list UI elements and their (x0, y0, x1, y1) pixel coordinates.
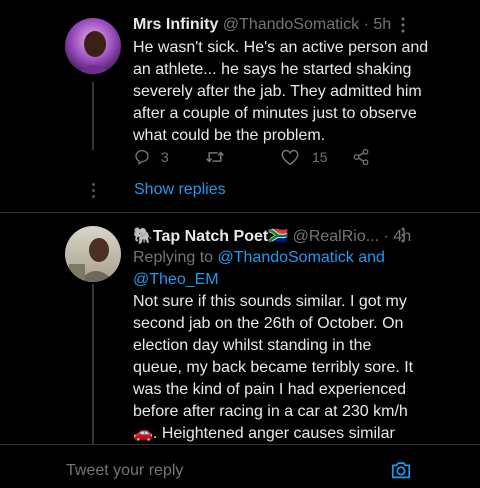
reply-input[interactable]: Tweet your reply (66, 462, 183, 480)
tweet-text: He wasn't sick. He's an active person an… (133, 37, 433, 147)
tweet-line: Not sure if this sounds similar. I got m… (133, 293, 407, 310)
thread-dot (92, 183, 95, 186)
tweet-line: an athlete... he says he started shaking (133, 61, 412, 78)
display-name[interactable]: Mrs Infinity (133, 16, 218, 33)
camera-button[interactable] (390, 459, 412, 486)
replying-to-prefix: Replying to (133, 249, 218, 266)
thread-dot (92, 189, 95, 192)
camera-icon (391, 462, 411, 479)
reply-icon (135, 149, 149, 166)
reply-composer: Tweet your reply (0, 444, 480, 488)
tweet-line: severely after the jab. They admitted hi… (133, 83, 422, 100)
avatar[interactable] (65, 18, 121, 74)
tweet-line: 🚗. Heightened anger causes similar (133, 425, 395, 442)
tweet-line: what could be the problem. (133, 127, 326, 144)
separator: · (363, 16, 369, 33)
handle[interactable]: @ThandoSomatick (223, 16, 359, 33)
more-icon[interactable] (400, 227, 410, 248)
tweet-line: election day whilst standing in the (133, 337, 372, 354)
tweet-line: second jab on the 26th of October. On (133, 315, 404, 332)
reply-button[interactable]: 3 (133, 148, 169, 166)
thread-dot (92, 195, 95, 198)
tweet-header: 🐘Tap Natch Poet🇿🇦 @RealRio... · 4h (133, 226, 411, 246)
like-count: 15 (312, 149, 328, 165)
tweet-text: Not sure if this sounds similar. I got m… (133, 291, 433, 444)
reply-count: 3 (161, 149, 169, 165)
tweet-line: before after racing in a car at 230 km/h (133, 403, 408, 420)
like-button[interactable]: 15 (280, 148, 328, 166)
avatar[interactable] (65, 226, 121, 282)
thread-line-top (92, 82, 94, 150)
tweet-header: Mrs Infinity @ThandoSomatick · 5h (133, 16, 391, 34)
mention-and[interactable]: and (354, 249, 385, 266)
timestamp[interactable]: 5h (373, 16, 391, 33)
display-name[interactable]: 🐘Tap Natch Poet🇿🇦 (133, 228, 288, 245)
handle[interactable]: @RealRio... (293, 228, 380, 245)
retweet-button[interactable] (205, 148, 233, 166)
share-icon (353, 148, 369, 166)
show-replies-link[interactable]: Show replies (134, 181, 226, 199)
tweet-line: He wasn't sick. He's an active person an… (133, 39, 429, 56)
share-button[interactable] (352, 148, 370, 166)
more-icon[interactable] (400, 17, 410, 38)
mention-link[interactable]: @ThandoSomatick (218, 249, 354, 266)
mention-link[interactable]: @Theo_EM (133, 271, 219, 288)
retweet-icon (206, 151, 224, 163)
separator: · (383, 228, 389, 245)
divider (0, 212, 480, 213)
replying-to: Replying to @ThandoSomatick and @Theo_EM (133, 247, 433, 291)
like-icon (281, 149, 299, 166)
tweet-line: queue, my back became terribly sore. It (133, 359, 414, 376)
tweet-line: was the kind of pain I had experienced (133, 381, 407, 398)
thread-line-bottom (92, 284, 94, 444)
tweet-line: after a couple of minutes just to observ… (133, 105, 417, 122)
